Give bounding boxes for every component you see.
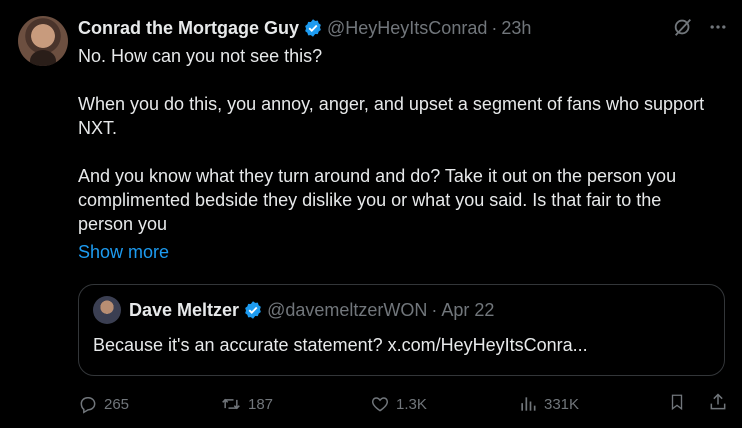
quoted-tweet-text: Because it's an accurate statement? x.co… <box>93 335 588 355</box>
like-icon <box>370 394 390 414</box>
secondary-actions <box>668 392 728 416</box>
views-button[interactable]: 331K <box>518 394 664 414</box>
author-handle[interactable]: @HeyHeyItsConrad <box>327 18 487 39</box>
reply-button[interactable]: 265 <box>78 394 220 414</box>
tweet-paragraph: No. How can you not see this? <box>78 46 323 66</box>
verified-badge-icon[interactable] <box>303 18 323 38</box>
separator-dot: · <box>491 17 498 38</box>
tweet-card[interactable]: Conrad the Mortgage Guy @HeyHeyItsConrad… <box>0 0 742 428</box>
quoted-author-handle: @davemeltzerWON <box>267 299 428 320</box>
tweet-paragraph: When you do this, you annoy, anger, and … <box>78 94 705 138</box>
author-name[interactable]: Conrad the Mortgage Guy <box>78 18 299 39</box>
tweet-timestamp[interactable]: 23h <box>501 18 531 39</box>
show-more-link[interactable]: Show more <box>78 240 169 264</box>
quoted-tweet[interactable]: Dave Meltzer @davemeltzerWON · Apr 22 Be… <box>78 284 725 376</box>
quoted-tweet-header: Dave Meltzer @davemeltzerWON · Apr 22 <box>93 296 710 324</box>
views-icon <box>518 394 538 414</box>
repost-button[interactable]: 187 <box>220 394 370 414</box>
verified-badge-icon <box>243 300 263 320</box>
repost-icon <box>220 394 242 414</box>
tweet-body: No. How can you not see this? When you d… <box>78 44 718 236</box>
views-count: 331K <box>544 395 580 413</box>
quoted-author-avatar <box>93 296 121 324</box>
tweet-content: Conrad the Mortgage Guy @HeyHeyItsConrad… <box>78 14 726 264</box>
reply-icon <box>78 394 98 414</box>
separator-dot: · <box>431 299 438 320</box>
quoted-tweet-date: Apr 22 <box>441 299 495 320</box>
author-avatar[interactable] <box>18 16 68 66</box>
tweet-actions-bar: 265 187 1.3K 331K <box>78 390 728 418</box>
tweet-header: Conrad the Mortgage Guy @HeyHeyItsConrad… <box>78 14 726 42</box>
share-icon[interactable] <box>708 392 728 416</box>
quoted-author-name: Dave Meltzer <box>129 299 240 320</box>
tweet-paragraph: And you know what they turn around and d… <box>78 166 677 234</box>
like-count: 1.3K <box>396 395 427 413</box>
like-button[interactable]: 1.3K <box>370 394 518 414</box>
reply-count: 265 <box>104 395 130 413</box>
repost-count: 187 <box>248 395 274 413</box>
bookmark-icon[interactable] <box>668 392 686 416</box>
